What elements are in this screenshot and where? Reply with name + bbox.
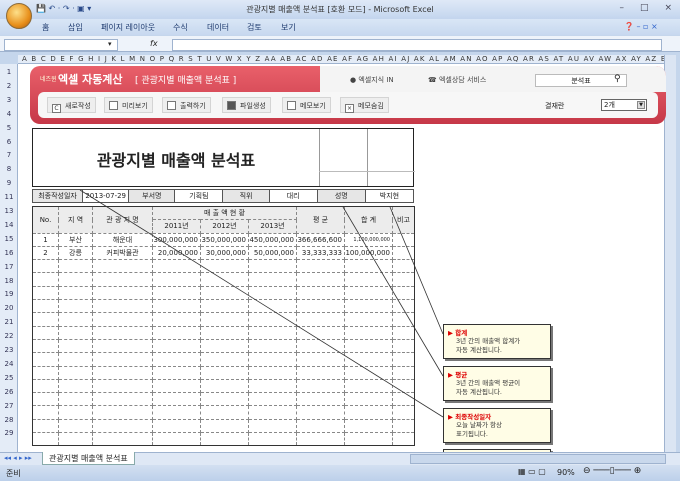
office-button[interactable] [6, 3, 32, 29]
callout-lines [79, 189, 444, 418]
